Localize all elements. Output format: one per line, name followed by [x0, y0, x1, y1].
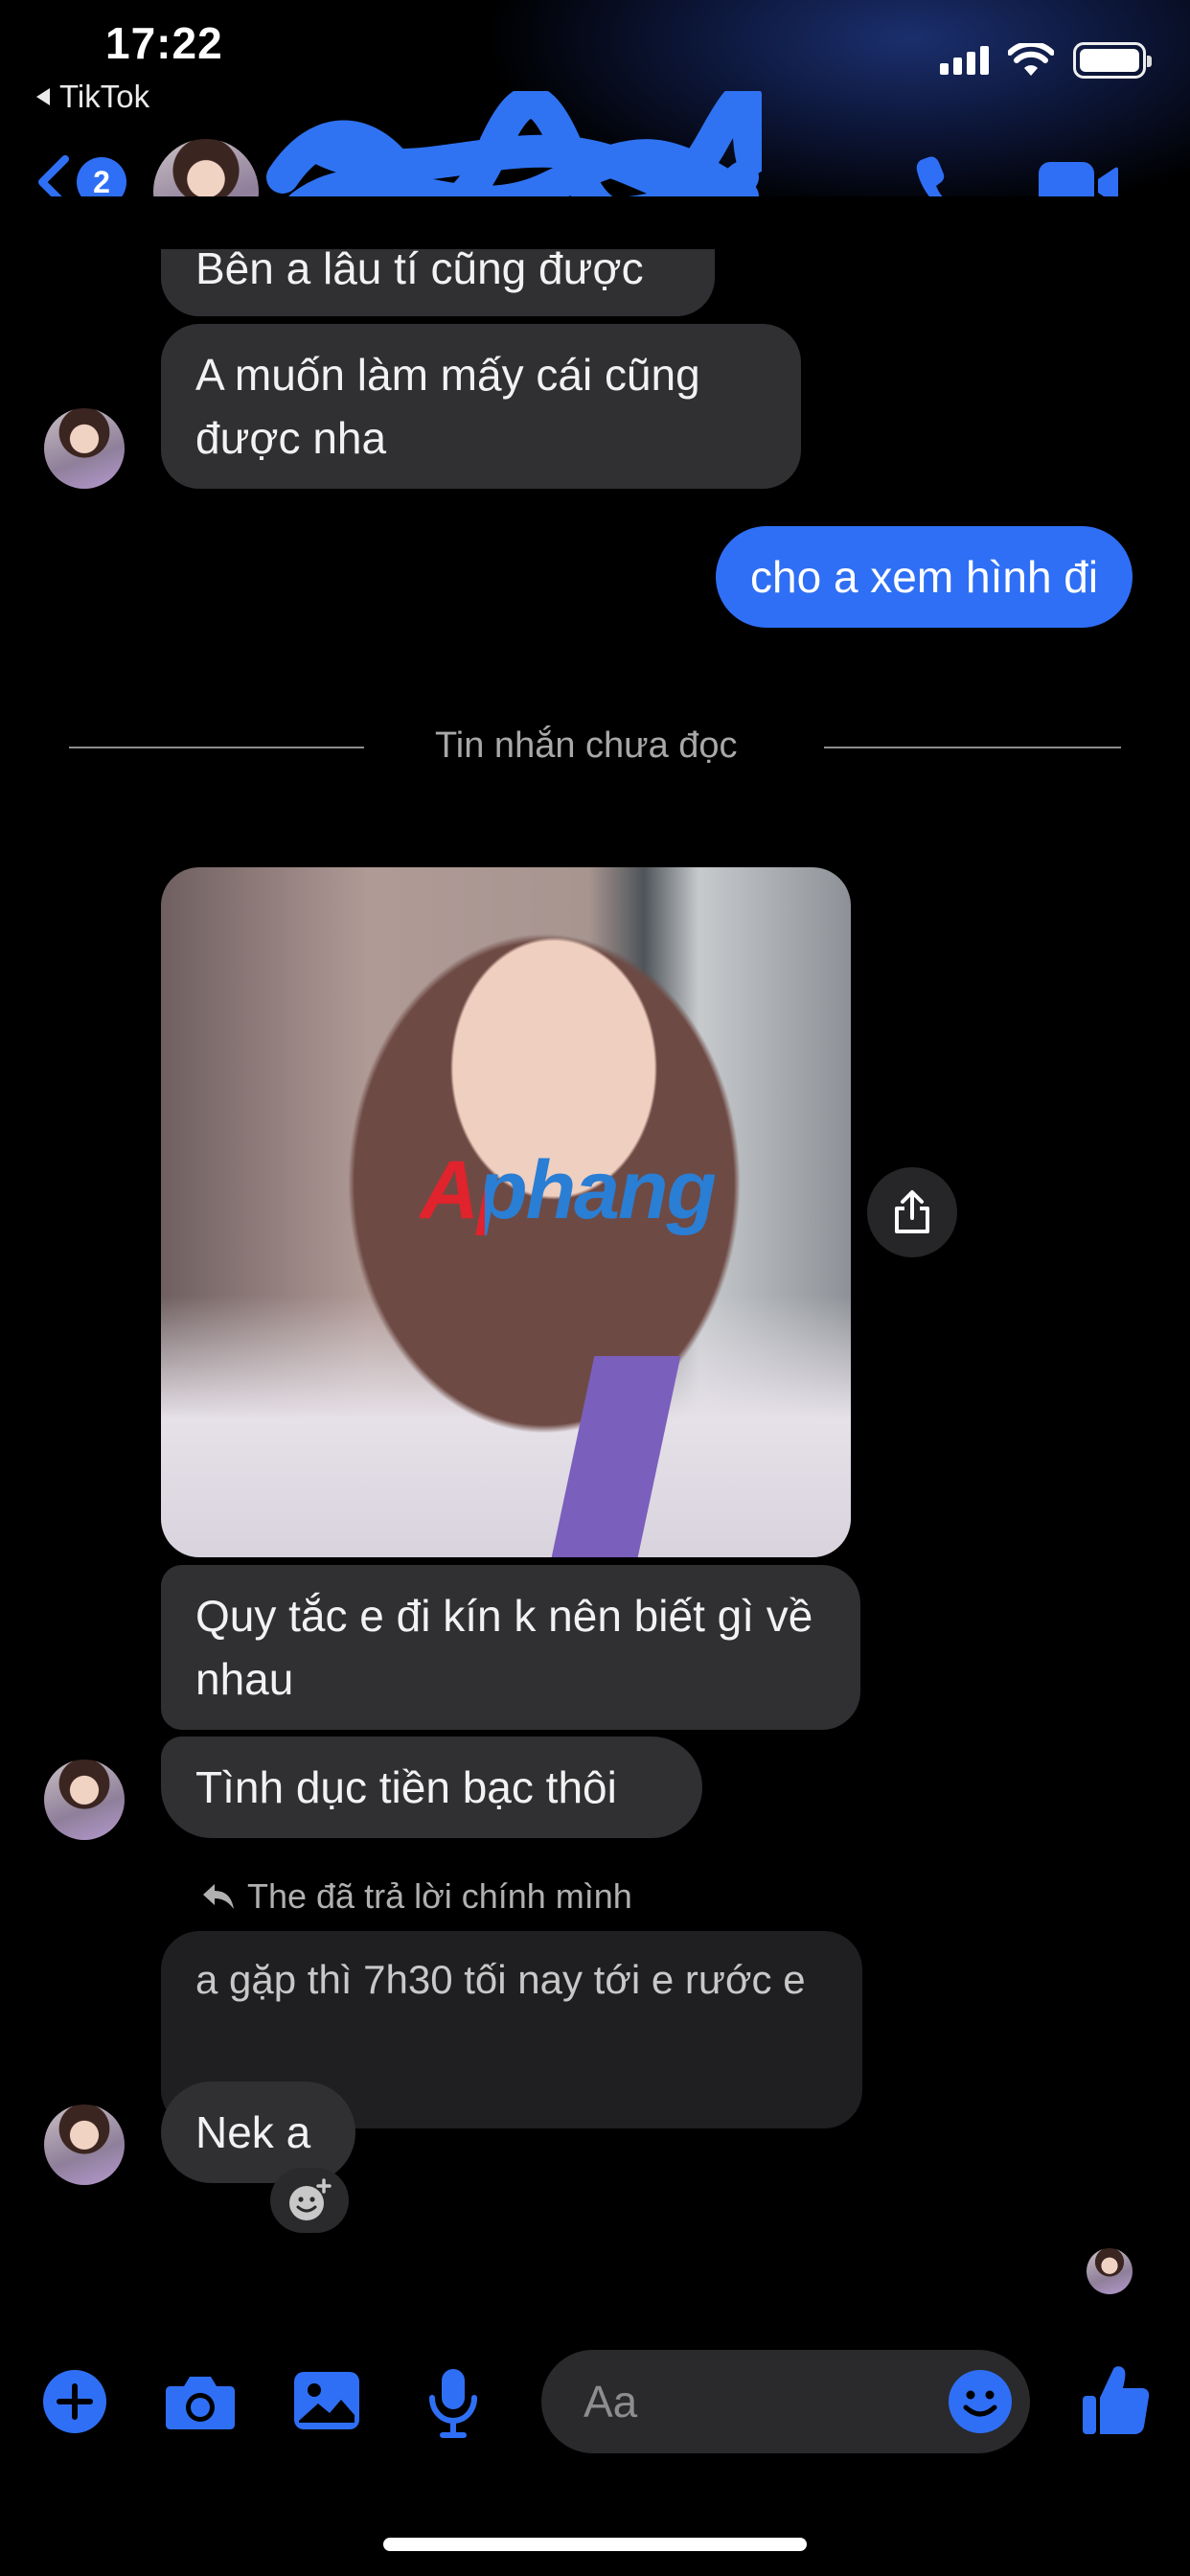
microphone-icon: [429, 2369, 477, 2438]
divider-line-right: [824, 747, 1121, 748]
wifi-icon: [1008, 43, 1054, 76]
seen-receipt-avatar: [1087, 2248, 1133, 2294]
gallery-icon: [294, 2372, 359, 2429]
share-icon: [895, 1190, 929, 1233]
outgoing-message-bubble[interactable]: cho a xem hình đi: [716, 526, 1133, 628]
back-app-label: TikTok: [59, 79, 150, 114]
quoted-text: a gặp thì 7h30 tối nay tới e rước e: [195, 1957, 806, 2002]
back-to-app-link[interactable]: TikTok: [36, 79, 149, 115]
photo-detail: [551, 1356, 681, 1557]
message-bubble[interactable]: Tình dục tiền bạc thôi: [161, 1736, 702, 1838]
message-input-field[interactable]: [541, 2350, 1030, 2453]
like-button[interactable]: [1081, 2363, 1150, 2441]
message-bubble[interactable]: Quy tắc e đi kín k nên biết gì về nhau: [161, 1565, 860, 1730]
more-actions-button[interactable]: [42, 2369, 107, 2439]
sender-avatar[interactable]: [44, 1760, 125, 1840]
shared-photo[interactable]: Aphang: [161, 867, 851, 1557]
status-time: 17:22: [105, 18, 223, 68]
reply-arrow-icon: [203, 1884, 234, 1909]
add-reaction-button[interactable]: [270, 2168, 349, 2233]
message-input[interactable]: [584, 2350, 928, 2453]
voice-message-button[interactable]: [427, 2367, 479, 2443]
share-button[interactable]: [867, 1167, 957, 1257]
sender-avatar[interactable]: [44, 408, 125, 489]
emoji-button[interactable]: [948, 2369, 1013, 2439]
camera-icon: [166, 2377, 235, 2429]
message-text: Nek a: [195, 2107, 311, 2157]
battery-icon: [1073, 42, 1152, 79]
unread-divider-label: Tin nhắn chưa đọc: [435, 725, 738, 766]
add-reaction-icon: [289, 2178, 332, 2220]
cellular-signal-icon: [940, 46, 989, 75]
message-text: Bên a lâu tí cũng được: [195, 243, 644, 293]
message-text: Tình dục tiền bạc thôi: [195, 1762, 617, 1812]
home-indicator: [383, 2538, 807, 2551]
message-bubble[interactable]: A muốn làm mấy cái cũng được nha: [161, 324, 801, 489]
plus-icon: [43, 2370, 106, 2433]
status-icons: [940, 42, 1152, 79]
reply-context: The đã trả lời chính mình: [201, 1876, 632, 1917]
camera-button[interactable]: [165, 2373, 236, 2435]
header-bottom-edge: [0, 196, 1190, 249]
message-text: cho a xem hình đi: [750, 552, 1099, 602]
back-triangle-icon: [36, 88, 50, 105]
reply-label-text: The đã trả lời chính mình: [247, 1876, 632, 1916]
photo-watermark: Aphang: [420, 1144, 717, 1236]
divider-line-left: [69, 747, 364, 748]
emoji-icon: [949, 2370, 1012, 2433]
thumbs-up-icon: [1083, 2366, 1150, 2434]
sender-avatar[interactable]: [44, 2104, 125, 2185]
message-text: Quy tắc e đi kín k nên biết gì về nhau: [195, 1591, 813, 1704]
message-bubble[interactable]: Nek a: [161, 2082, 355, 2183]
message-text: A muốn làm mấy cái cũng được nha: [195, 350, 700, 463]
gallery-button[interactable]: [293, 2371, 360, 2435]
